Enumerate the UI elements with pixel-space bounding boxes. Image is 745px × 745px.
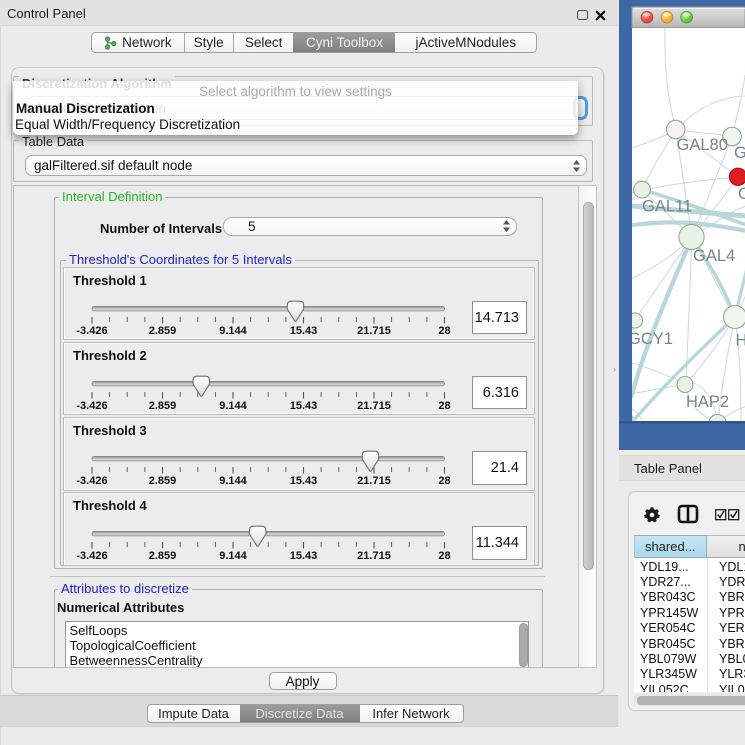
svg-text:9.144: 9.144 bbox=[219, 325, 247, 337]
svg-text:GAL11: GAL11 bbox=[642, 198, 692, 216]
svg-text:28: 28 bbox=[438, 550, 450, 562]
svg-text:9.144: 9.144 bbox=[219, 400, 247, 412]
svg-text:CY: CY bbox=[738, 185, 745, 203]
svg-text:21.715: 21.715 bbox=[357, 475, 391, 487]
svg-text:GCY1: GCY1 bbox=[628, 330, 673, 348]
svg-text:15.43: 15.43 bbox=[290, 400, 318, 412]
svg-text:28: 28 bbox=[438, 400, 450, 412]
svg-text:GAL80: GAL80 bbox=[677, 136, 728, 154]
svg-text:2.859: 2.859 bbox=[149, 475, 177, 487]
svg-text:21.715: 21.715 bbox=[357, 400, 391, 412]
svg-text:9.144: 9.144 bbox=[219, 475, 247, 487]
svg-text:15.43: 15.43 bbox=[290, 325, 318, 337]
svg-text:2.859: 2.859 bbox=[149, 400, 177, 412]
svg-text:HAP2: HAP2 bbox=[686, 393, 729, 411]
svg-text:9.144: 9.144 bbox=[219, 550, 247, 562]
svg-text:-3.426: -3.426 bbox=[76, 325, 107, 337]
svg-text:HI: HI bbox=[736, 332, 745, 350]
svg-text:15.43: 15.43 bbox=[290, 475, 318, 487]
svg-text:15.43: 15.43 bbox=[290, 550, 318, 562]
svg-text:28: 28 bbox=[438, 475, 450, 487]
svg-text:28: 28 bbox=[438, 325, 450, 337]
svg-text:GA: GA bbox=[734, 144, 745, 162]
svg-text:2.859: 2.859 bbox=[149, 325, 177, 337]
svg-text:-3.426: -3.426 bbox=[76, 475, 107, 487]
svg-text:-3.426: -3.426 bbox=[76, 400, 107, 412]
svg-text:21.715: 21.715 bbox=[357, 550, 391, 562]
svg-text:GAL4: GAL4 bbox=[693, 247, 735, 265]
svg-text:21.715: 21.715 bbox=[357, 325, 391, 337]
svg-text:-3.426: -3.426 bbox=[76, 550, 107, 562]
svg-text:2.859: 2.859 bbox=[149, 550, 177, 562]
